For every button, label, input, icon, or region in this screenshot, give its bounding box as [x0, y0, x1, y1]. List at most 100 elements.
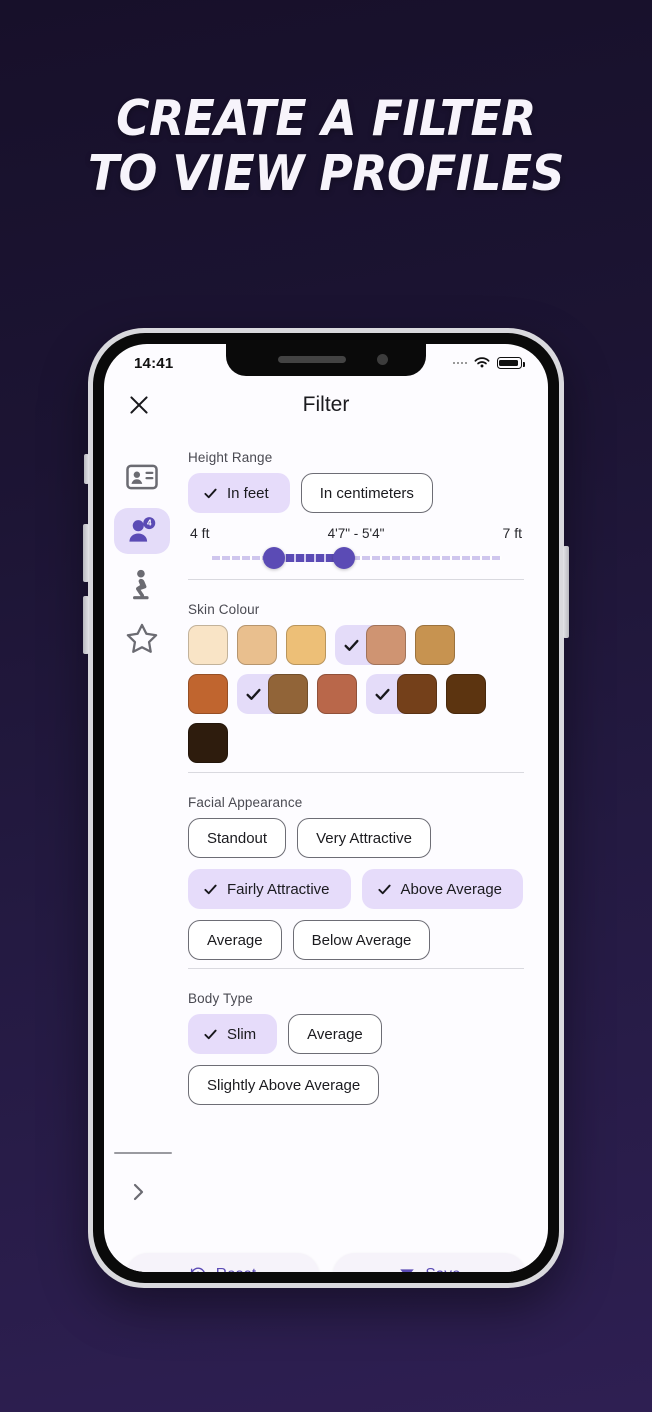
volume-down-button[interactable]	[83, 596, 89, 654]
headline-line-1: CREATE A FILTER	[116, 90, 536, 147]
slider-thumb-min[interactable]	[263, 547, 286, 569]
bottom-action-bar: Reset Save	[104, 1244, 548, 1272]
reset-label: Reset	[216, 1266, 257, 1272]
signal-dots-icon	[452, 361, 467, 365]
chip-slim[interactable]: Slim	[188, 1014, 278, 1054]
sidebar-item-star[interactable]	[114, 616, 170, 662]
section-facial-appearance: Facial Appearance Standout Very Attracti…	[188, 795, 524, 991]
section-label-height: Height Range	[188, 450, 273, 465]
wifi-icon	[474, 357, 490, 368]
chip-fairly-attractive[interactable]: Fairly Attractive	[188, 869, 351, 909]
people-icon: 4	[129, 517, 156, 542]
skin-swatch[interactable]	[446, 674, 486, 714]
marketing-headline: CREATE A FILTER TO VIEW PROFILES	[23, 90, 629, 202]
save-label: Save	[425, 1266, 460, 1272]
sidebar-item-kneeling[interactable]	[114, 562, 170, 608]
star-icon	[126, 623, 158, 653]
skin-swatch[interactable]	[397, 674, 437, 714]
left-rail: 4	[104, 432, 180, 1244]
skin-swatch-selected[interactable]	[366, 674, 437, 714]
height-min-label: 4 ft	[190, 525, 210, 541]
height-scale-labels: 4 ft 4'7" - 5'4" 7 ft	[190, 525, 522, 541]
height-unit-options: In feet In centimeters	[188, 473, 524, 513]
skin-swatch-row-1	[188, 625, 524, 665]
chip-label: Slightly Above Average	[207, 1076, 361, 1094]
chip-in-centimeters[interactable]: In centimeters	[300, 473, 433, 513]
silence-switch[interactable]	[84, 454, 89, 484]
volume-up-button[interactable]	[83, 524, 89, 582]
height-range-slider[interactable]	[210, 545, 502, 571]
check-icon	[204, 884, 217, 894]
sidebar-item-id-card[interactable]	[114, 454, 170, 500]
chip-slightly-above-average[interactable]: Slightly Above Average	[188, 1065, 380, 1105]
battery-full-icon	[497, 357, 525, 369]
skin-swatch[interactable]	[317, 674, 357, 714]
sidebar-item-people[interactable]: 4	[114, 508, 170, 554]
reset-button[interactable]: Reset	[126, 1253, 319, 1272]
skin-swatch-selected[interactable]	[335, 625, 406, 665]
skin-swatch[interactable]	[188, 625, 228, 665]
section-label-skin: Skin Colour	[188, 602, 260, 617]
check-icon	[375, 688, 390, 700]
page-title: Filter	[302, 393, 350, 416]
facial-options: Standout Very Attractive Fairly Attracti…	[188, 818, 524, 960]
section-label-facial: Facial Appearance	[188, 795, 303, 810]
chip-label: Below Average	[311, 931, 412, 949]
body-type-options: Slim Average Slightly Above Average	[188, 1014, 524, 1105]
save-button[interactable]: Save	[333, 1253, 526, 1272]
phone-screen: 14:41 Filter 4 Height Range In feet In c…	[104, 344, 548, 1272]
chip-label: Standout	[207, 829, 268, 847]
people-badge-count: 4	[147, 519, 152, 528]
chip-average-face[interactable]: Average	[188, 920, 282, 960]
check-icon	[204, 488, 217, 498]
kneeling-person-icon	[133, 569, 149, 600]
chip-label: Slim	[227, 1025, 257, 1043]
history-icon	[190, 1267, 205, 1272]
funnel-icon	[400, 1269, 415, 1272]
skin-swatch[interactable]	[286, 625, 326, 665]
check-icon	[204, 1029, 217, 1039]
section-label-body: Body Type	[188, 991, 253, 1006]
check-icon	[344, 639, 359, 651]
chip-label: In feet	[227, 484, 269, 502]
skin-swatch-row-3	[188, 723, 524, 763]
skin-swatch[interactable]	[188, 723, 228, 763]
section-height-range: Height Range In feet In centimeters 4 ft…	[188, 450, 524, 602]
skin-swatch[interactable]	[415, 625, 455, 665]
chip-standout[interactable]: Standout	[188, 818, 287, 858]
id-card-icon	[126, 464, 158, 490]
height-value-label: 4'7" - 5'4"	[327, 525, 385, 541]
chip-below-average[interactable]: Below Average	[292, 920, 431, 960]
section-divider	[188, 968, 524, 969]
app-header: Filter	[104, 378, 548, 432]
chip-above-average[interactable]: Above Average	[361, 869, 524, 909]
skin-swatch[interactable]	[268, 674, 308, 714]
chip-label: Above Average	[400, 880, 503, 898]
chip-label: Fairly Attractive	[227, 880, 330, 898]
chip-average-body[interactable]: Average	[288, 1014, 382, 1054]
chip-label: Very Attractive	[316, 829, 412, 847]
section-divider	[188, 772, 524, 773]
power-button[interactable]	[563, 546, 569, 638]
phone-notch	[226, 344, 426, 376]
chip-in-feet[interactable]: In feet	[188, 473, 290, 513]
chip-very-attractive[interactable]: Very Attractive	[297, 818, 431, 858]
section-body-type: Body Type Slim Average Slightly Above Av…	[188, 991, 524, 1115]
status-time: 14:41	[134, 354, 174, 372]
check-icon	[377, 884, 391, 894]
status-indicators	[452, 356, 525, 370]
rail-divider	[114, 1152, 172, 1154]
front-camera	[377, 354, 388, 365]
filter-panel: Height Range In feet In centimeters 4 ft…	[180, 432, 548, 1244]
skin-swatch[interactable]	[188, 674, 228, 714]
phone-body: 14:41 Filter 4 Height Range In feet In c…	[93, 333, 559, 1283]
skin-swatch[interactable]	[237, 625, 277, 665]
skin-swatch[interactable]	[366, 625, 406, 665]
slider-thumb-max[interactable]	[333, 547, 356, 569]
phone-mockup: 14:41 Filter 4 Height Range In feet In c…	[83, 328, 569, 1288]
headline-line-2: TO VIEW PROFILES	[87, 144, 565, 202]
skin-swatch-selected[interactable]	[237, 674, 308, 714]
slider-track	[210, 556, 502, 560]
chip-label: Average	[307, 1025, 363, 1043]
chevron-right-icon[interactable]	[126, 1180, 150, 1204]
